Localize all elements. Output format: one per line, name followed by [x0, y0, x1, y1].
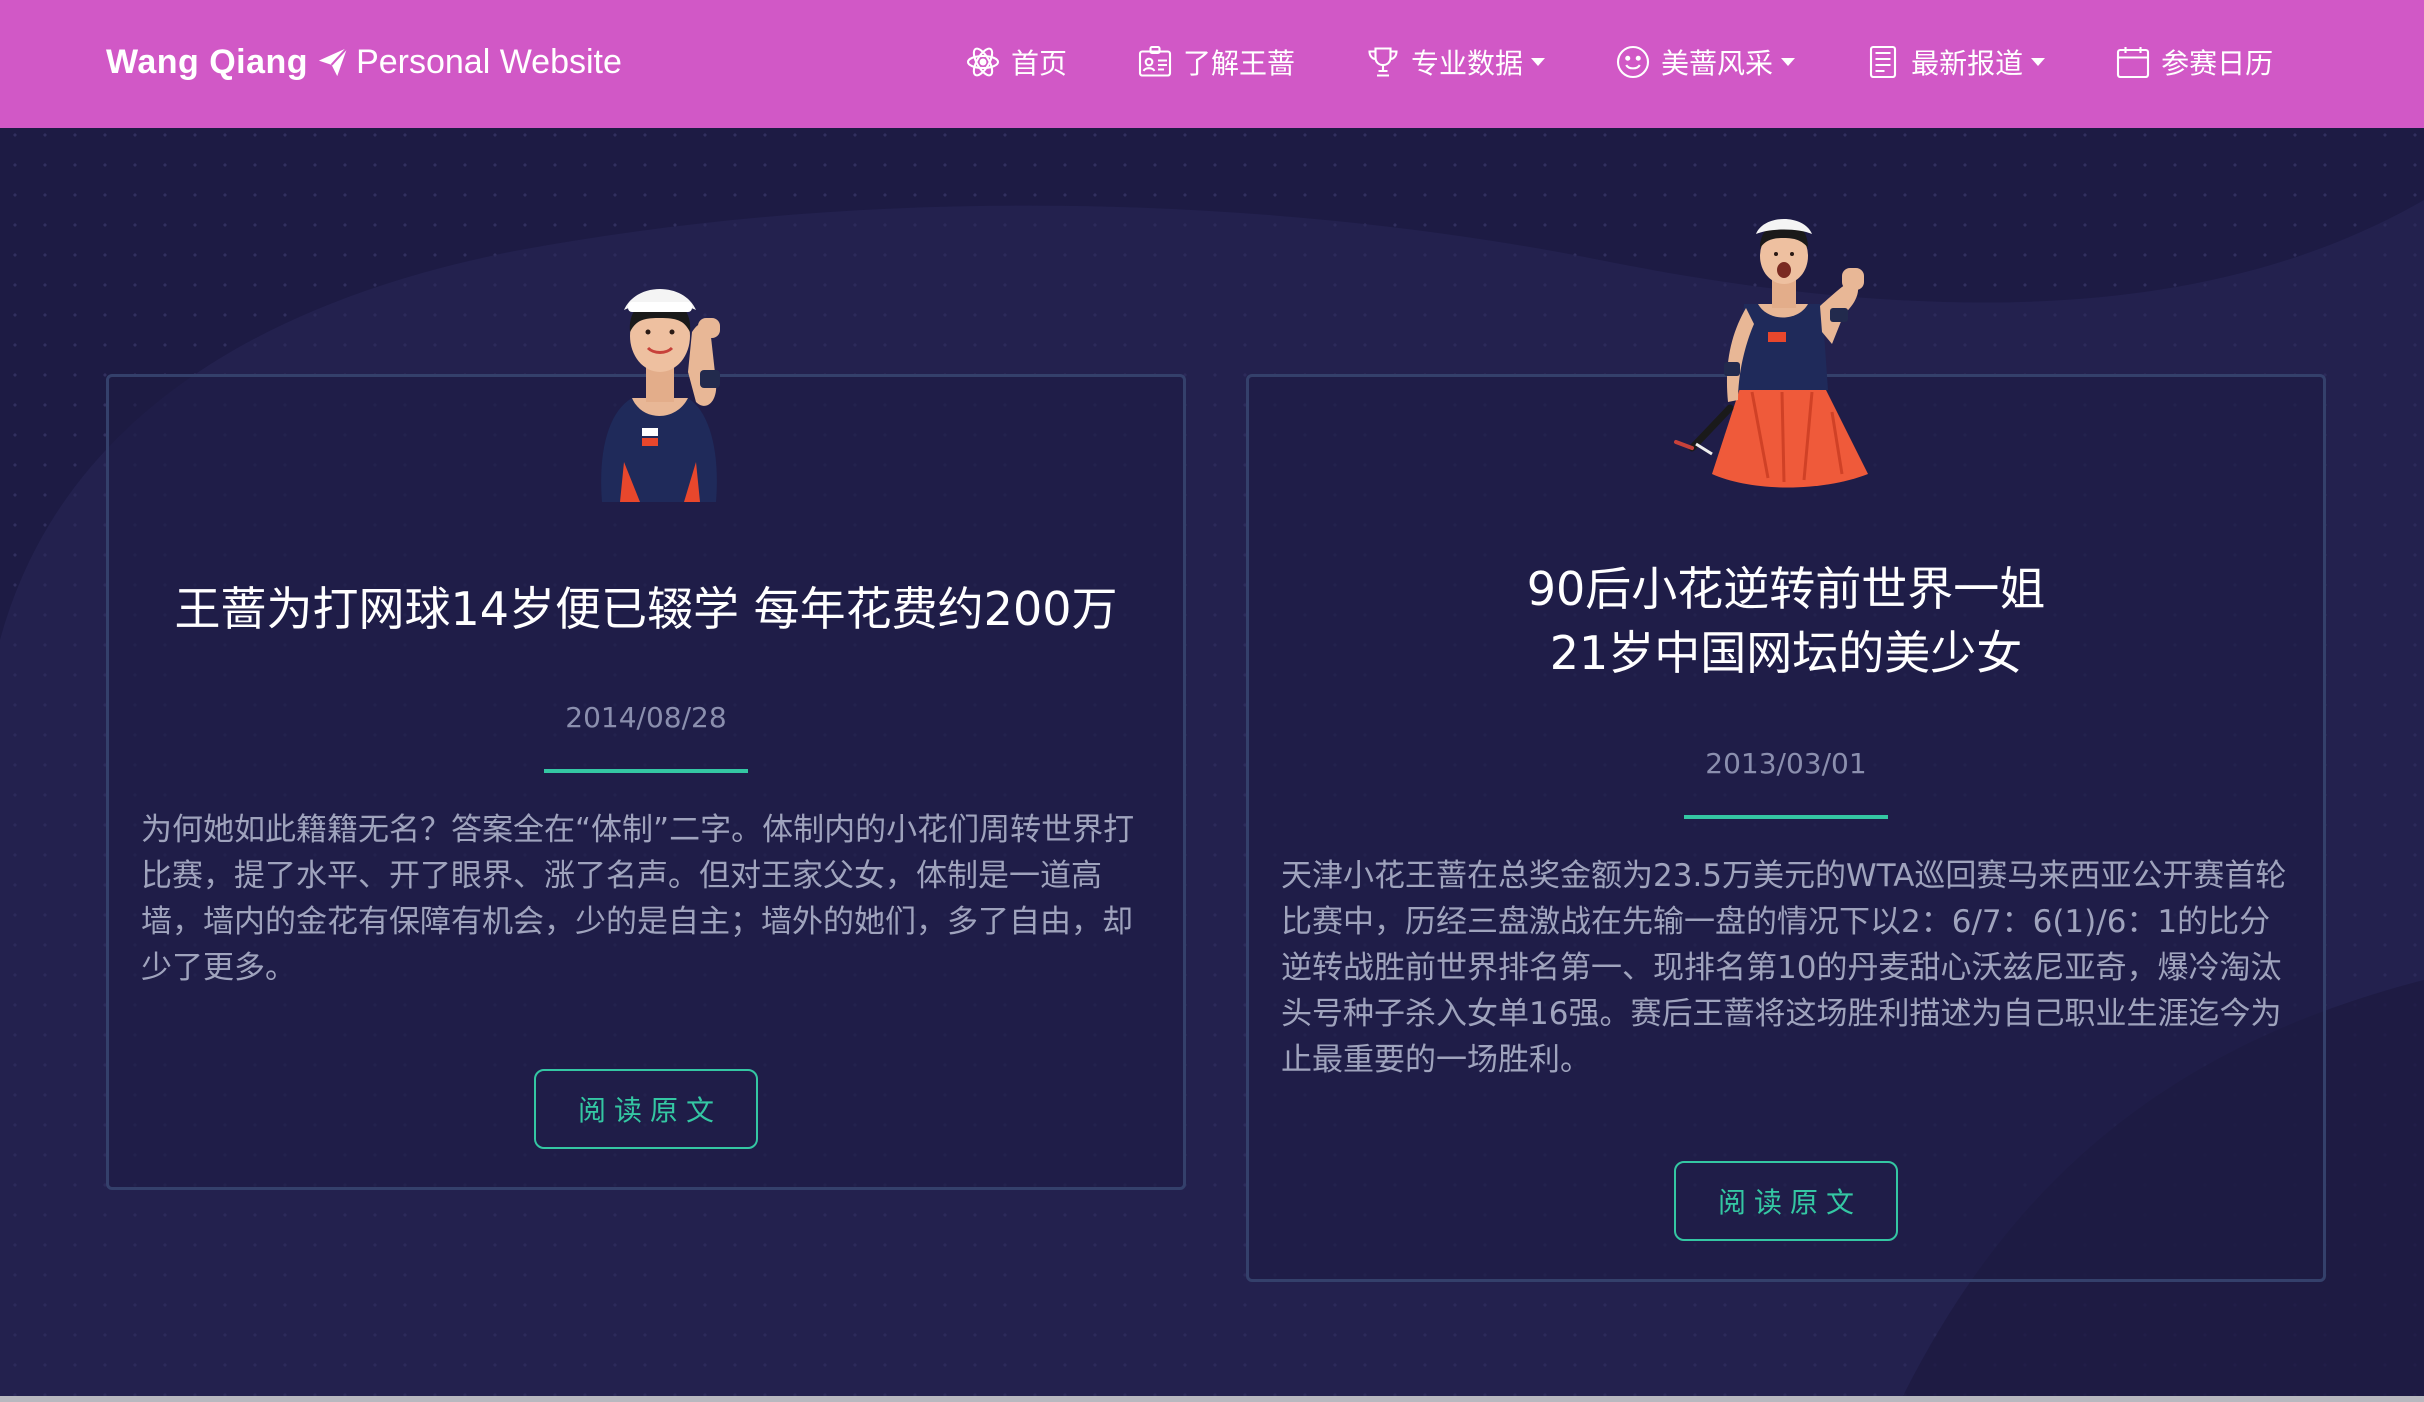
nav-item-about[interactable]: 了解王蔷 — [1137, 42, 1295, 82]
nav-item-calendar[interactable]: 参赛日历 — [2115, 42, 2273, 82]
player-photo — [601, 289, 720, 502]
article-card: 90后小花逆转前世界一姐 21岁中国网坛的美少女 2013/03/01 天津小花… — [1246, 374, 2326, 1282]
paper-plane-icon — [318, 47, 349, 77]
article-excerpt: 为何她如此籍籍无名？答案全在“体制”二字。体制内的小花们周转世界打比赛，提了水平… — [141, 812, 1135, 986]
nav-label: 最新报道 — [1911, 47, 2024, 80]
main-nav: 首页 了解王蔷 专业数据 美蔷风采 最新报道 参赛日历 — [965, 34, 2273, 90]
document-icon — [1870, 45, 1897, 79]
chevron-down-icon — [1531, 58, 1546, 66]
nav-label: 参赛日历 — [2161, 47, 2274, 80]
top-navbar: Wang Qiang Personal Website 首页 了解王蔷 专业数据… — [0, 0, 2424, 128]
nav-item-stats[interactable]: 专业数据 — [1365, 42, 1546, 82]
calendar-icon — [2117, 47, 2150, 79]
read-original-button[interactable]: 阅读原文 — [1674, 1161, 1898, 1241]
brand-name: Wang Qiang — [106, 42, 309, 81]
article-title-line: 21岁中国网坛的美少女 — [1549, 626, 2023, 680]
brand-subtitle: Personal Website — [356, 42, 622, 81]
nav-item-gallery[interactable]: 美蔷风采 — [1615, 42, 1796, 82]
nav-label: 专业数据 — [1411, 47, 1524, 80]
trophy-icon — [1368, 47, 1398, 77]
nav-item-news[interactable]: 最新报道 — [1865, 42, 2046, 82]
title-divider — [544, 769, 748, 773]
chevron-down-icon — [1781, 58, 1796, 66]
nav-item-home[interactable]: 首页 — [965, 42, 1067, 82]
nav-label: 首页 — [1011, 47, 1068, 80]
chevron-down-icon — [2031, 58, 2046, 66]
article-title: 王蔷为打网球14岁便已辍学 每年花费约200万 — [109, 577, 1183, 641]
player-photo — [1674, 219, 1868, 488]
article-title-line: 90后小花逆转前世界一姐 — [1526, 562, 2046, 616]
article-excerpt: 天津小花王蔷在总奖金额为23.5万美元的WTA巡回赛马来西亚公开赛首轮比赛中，历… — [1281, 858, 2287, 1078]
brand-logo[interactable]: Wang Qiang Personal Website — [106, 38, 622, 86]
article-date: 2014/08/28 — [565, 701, 727, 734]
article-date: 2013/03/01 — [1705, 747, 1867, 780]
nav-label: 美蔷风采 — [1661, 47, 1774, 80]
article-title: 90后小花逆转前世界一姐 21岁中国网坛的美少女 — [1249, 557, 2323, 685]
smile-icon — [1616, 45, 1650, 79]
title-divider — [1684, 815, 1888, 819]
atom-icon — [966, 47, 1000, 77]
id-card-icon — [1138, 45, 1172, 77]
read-original-button[interactable]: 阅读原文 — [534, 1069, 758, 1149]
article-title-line: 王蔷为打网球14岁便已辍学 每年花费约200万 — [174, 582, 1118, 636]
page-bottom-border — [0, 1396, 2424, 1402]
nav-label: 了解王蔷 — [1183, 47, 1296, 80]
page: Wang Qiang Personal Website 首页 了解王蔷 专业数据… — [0, 0, 2424, 1402]
